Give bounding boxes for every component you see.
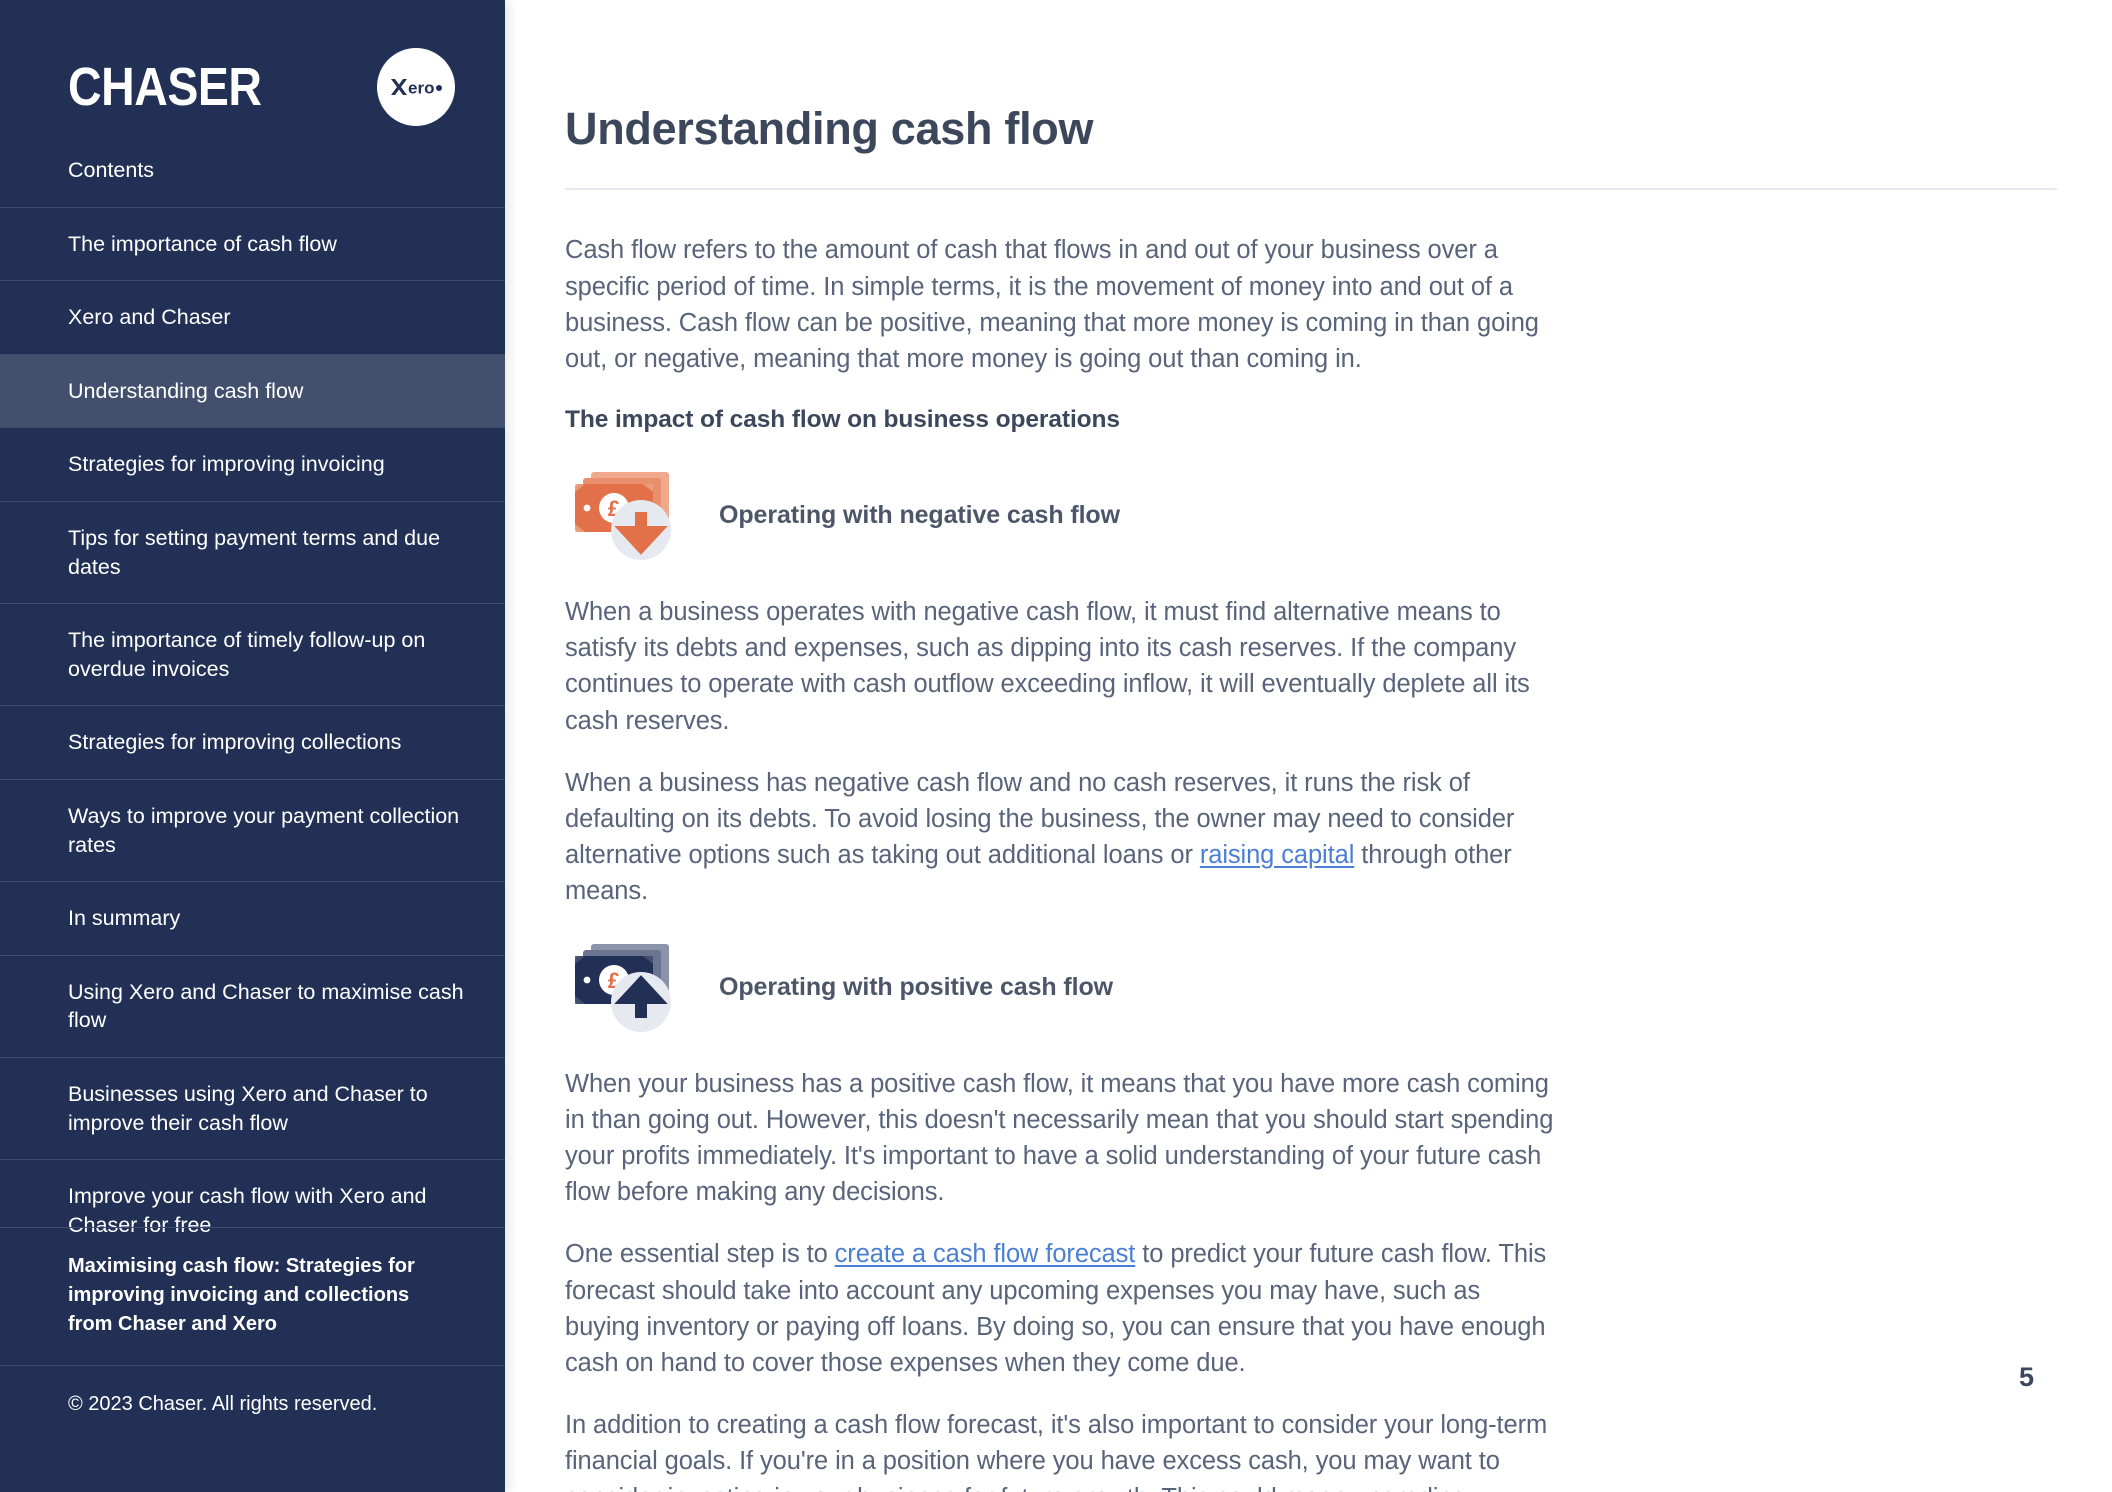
intro-paragraph: Cash flow refers to the amount of cash t… bbox=[565, 236, 1539, 373]
sidebar-item-label: Using Xero and Chaser to maximise cash f… bbox=[68, 979, 464, 1033]
banknotes-down-arrow-icon: £ bbox=[565, 468, 693, 564]
sidebar-brand-row: CHASER ero bbox=[0, 0, 505, 126]
page-title: Understanding cash flow bbox=[565, 103, 1094, 154]
negative-paragraph-2: When a business has negative cash flow a… bbox=[565, 765, 1555, 910]
positive-paragraph-1: When your business has a positive cash f… bbox=[565, 1069, 1554, 1207]
sidebar-item-improve-collection-rates[interactable]: Ways to improve your payment collection … bbox=[0, 778, 505, 881]
title-divider bbox=[565, 188, 2057, 191]
sidebar-item-timely-follow-up[interactable]: The importance of timely follow-up on ov… bbox=[0, 603, 505, 705]
sidebar-item-understanding-cash-flow[interactable]: Understanding cash flow bbox=[0, 353, 505, 428]
document-title: Maximising cash flow: Strategies for imp… bbox=[0, 1227, 505, 1366]
sidebar-item-in-summary[interactable]: In summary bbox=[0, 881, 505, 955]
negative-cash-flow-heading: Operating with negative cash flow bbox=[719, 501, 1120, 530]
copyright-notice: © 2023 Chaser. All rights reserved. bbox=[68, 1393, 378, 1415]
main-content: Understanding cash flow Cash flow refers… bbox=[505, 0, 2112, 1492]
sidebar-item-label: Businesses using Xero and Chaser to impr… bbox=[68, 1081, 428, 1135]
sidebar: CHASER ero Contents The importance of ca… bbox=[0, 0, 505, 1492]
table-of-contents[interactable]: Contents The importance of cash flow Xer… bbox=[0, 152, 505, 1261]
sidebar-item-businesses-using-xero-and-chaser[interactable]: Businesses using Xero and Chaser to impr… bbox=[0, 1056, 505, 1159]
positive-paragraph-3: In addition to creating a cash flow fore… bbox=[565, 1411, 1548, 1492]
positive-p2-text-before: One essential step is to bbox=[565, 1240, 835, 1269]
document-page: CHASER ero Contents The importance of ca… bbox=[0, 0, 2112, 1492]
sidebar-item-xero-and-chaser[interactable]: Xero and Chaser bbox=[0, 280, 505, 354]
sidebar-item-label: Ways to improve your payment collection … bbox=[68, 803, 460, 857]
positive-paragraph-2: One essential step is to create a cash f… bbox=[565, 1236, 1555, 1381]
chaser-logo: CHASER bbox=[68, 57, 262, 117]
svg-text:ero: ero bbox=[408, 79, 434, 98]
sidebar-item-tips-payment-terms[interactable]: Tips for setting payment terms and due d… bbox=[0, 500, 505, 603]
xero-logo-icon: ero bbox=[377, 48, 455, 126]
sidebar-item-using-xero-and-chaser[interactable]: Using Xero and Chaser to maximise cash f… bbox=[0, 954, 505, 1057]
sidebar-item-importance-of-cash-flow[interactable]: The importance of cash flow bbox=[0, 206, 505, 281]
negative-paragraph-1: When a business operates with negative c… bbox=[565, 597, 1530, 735]
sidebar-item-label: Strategies for improving collections bbox=[68, 730, 402, 755]
banknotes-up-arrow-icon: £ bbox=[565, 940, 693, 1036]
cash-flow-forecast-link[interactable]: create a cash flow forecast bbox=[835, 1240, 1136, 1268]
sidebar-item-label: The importance of cash flow bbox=[68, 231, 337, 256]
negative-cash-flow-header: £ Operating with negative cash flow bbox=[565, 468, 2040, 564]
sidebar-item-label: In summary bbox=[68, 906, 181, 931]
page-number: 5 bbox=[2018, 1362, 2034, 1392]
sidebar-item-contents[interactable]: Contents bbox=[0, 152, 505, 207]
sidebar-item-label: The importance of timely follow-up on ov… bbox=[68, 628, 426, 681]
positive-cash-flow-header: £ Operating with positive cash flow bbox=[565, 940, 2040, 1036]
sidebar-item-label: Contents bbox=[68, 158, 155, 182]
sidebar-item-label: Tips for setting payment terms and due d… bbox=[68, 525, 441, 579]
positive-cash-flow-heading: Operating with positive cash flow bbox=[719, 973, 1113, 1002]
sidebar-item-strategies-improving-collections[interactable]: Strategies for improving collections bbox=[0, 705, 505, 779]
sidebar-item-label: Strategies for improving invoicing bbox=[68, 452, 385, 477]
raising-capital-link[interactable]: raising capital bbox=[1200, 841, 1355, 869]
sidebar-item-strategies-improving-invoicing[interactable]: Strategies for improving invoicing bbox=[0, 427, 505, 501]
impact-subheading: The impact of cash flow on business oper… bbox=[565, 406, 1120, 434]
sidebar-footer: Maximising cash flow: Strategies for imp… bbox=[0, 1227, 505, 1492]
sidebar-item-label: Understanding cash flow bbox=[68, 378, 304, 403]
sidebar-item-label: Xero and Chaser bbox=[68, 305, 231, 330]
